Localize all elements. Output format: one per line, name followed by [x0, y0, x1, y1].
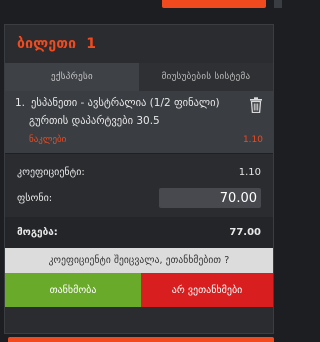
tab-system[interactable]: მიუსუბების სისტემა — [139, 63, 273, 91]
selection-outcome-line: ნაკლები 1.10 — [15, 135, 263, 145]
top-strip — [0, 0, 282, 11]
bet-selection: 1. ესპანეთი - ავსტრალია (1/2 ფინალი) გურ… — [5, 91, 273, 153]
betslip-title: ბილეთი — [17, 36, 77, 52]
selection-event: ესპანეთი - ავსტრალია (1/2 ფინალი) — [31, 97, 220, 109]
payout-row: მოგება: 77.00 — [5, 217, 273, 248]
confirm-actions: თანხმობა არ ვეთანხმები — [5, 273, 273, 307]
coefficient-label: კოეფიციენტი: — [17, 166, 85, 178]
odds-change-question: კოეფიციენტი შეიცვალა, ეთანხმებით ? — [5, 248, 273, 273]
selection-outcome: ნაკლები — [29, 135, 67, 145]
selection-odds: 1.10 — [242, 135, 263, 145]
payout-value: 77.00 — [229, 227, 261, 238]
stake-input[interactable] — [159, 188, 261, 208]
payout-label: მოგება: — [17, 227, 58, 238]
selection-market: გურთის დაპარტვები 30.5 — [29, 115, 160, 127]
stake-row: ფსონი: — [5, 185, 273, 211]
betslip-count: 1 — [86, 36, 97, 52]
tab-express[interactable]: ექსპრესი — [5, 63, 139, 91]
bet-type-tabs: ექსპრესი მიუსუბების სისტემა — [5, 63, 273, 91]
divider — [5, 153, 273, 154]
coefficient-value: 1.10 — [238, 166, 261, 178]
betslip-header: ბილეთი 1 — [5, 25, 273, 63]
stake-label: ფსონი: — [17, 192, 53, 204]
top-orange-button[interactable] — [162, 0, 266, 8]
coefficient-row: კოეფიციენტი: 1.10 — [5, 159, 273, 185]
betslip-panel: ბილეთი 1 ექსპრესი მიუსუბების სისტემა 1. … — [4, 24, 274, 334]
selection-index: 1. — [15, 97, 26, 109]
trash-icon[interactable] — [249, 97, 263, 113]
top-grey-button[interactable] — [274, 0, 282, 8]
accept-button[interactable]: თანხმობა — [5, 273, 141, 307]
selection-event-line: 1. ესპანეთი - ავსტრალია (1/2 ფინალი) — [15, 97, 263, 109]
bottom-orange-button[interactable] — [8, 337, 274, 342]
decline-button[interactable]: არ ვეთანხმები — [141, 273, 273, 307]
